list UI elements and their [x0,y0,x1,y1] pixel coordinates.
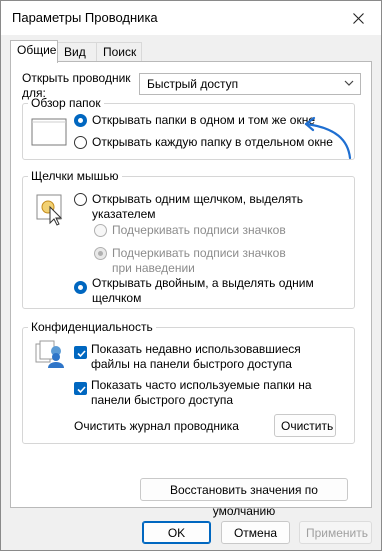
title-bar[interactable]: Параметры Проводника [1,1,381,35]
same-window-label[interactable]: Открывать папки в одном и том же окне [92,113,315,128]
tab-search[interactable]: Поиск [96,42,142,62]
close-icon [352,12,364,24]
privacy-icon [35,340,64,368]
double-click-radio[interactable] [74,281,87,294]
cursor-icon [36,194,63,226]
underline-always-radio [94,224,107,237]
general-tab-panel: Открыть проводник для: Быстрый доступ Об… [10,61,372,518]
tab-general[interactable]: Общие [10,40,58,63]
underline-always-label: Подчеркивать подписи значков [112,223,286,237]
double-click-label[interactable]: Открывать двойным, а выделять одним щелч… [92,276,317,306]
same-window-radio[interactable] [74,114,87,127]
ok-button[interactable]: OK [142,521,211,544]
cancel-button[interactable]: Отмена [221,521,290,544]
checkmark-icon [77,386,86,394]
restore-defaults-button[interactable]: Восстановить значения по умолчанию [140,478,348,518]
open-explorer-dropdown[interactable]: Быстрый доступ [139,73,361,95]
mouse-clicks-legend: Щелчки мышью [31,169,119,183]
folder-window-icon [31,118,67,146]
single-click-radio[interactable] [74,193,87,206]
clear-history-label: Очистить журнал проводника [74,419,239,433]
open-explorer-value: Быстрый доступ [147,77,239,91]
apply-button: Применить [299,521,372,544]
browse-folders-legend: Обзор папок [31,96,101,110]
close-button[interactable] [335,1,381,35]
frequent-folders-label[interactable]: Показать часто используемые папки на пан… [91,378,341,408]
underline-hover-radio [94,247,107,260]
tab-view[interactable]: Вид [57,42,97,62]
privacy-legend: Конфиденциальность [31,320,153,334]
separate-window-radio[interactable] [74,136,87,149]
checkmark-icon [77,350,86,358]
chevron-down-icon [344,80,354,86]
folder-options-window: Параметры Проводника Общие Вид Поиск Отк… [0,0,382,551]
recent-files-label[interactable]: Показать недавно использовавшиеся файлы … [91,342,341,372]
annotation-arrow-icon [304,116,352,160]
single-click-label[interactable]: Открывать одним щелчком, выделять указат… [92,192,317,222]
window-title: Параметры Проводника [12,10,158,25]
frequent-folders-checkbox[interactable] [74,382,87,395]
underline-hover-label: Подчеркивать подписи значков при наведен… [112,246,286,275]
clear-history-button[interactable]: Очистить [274,414,336,437]
recent-files-checkbox[interactable] [74,346,87,359]
